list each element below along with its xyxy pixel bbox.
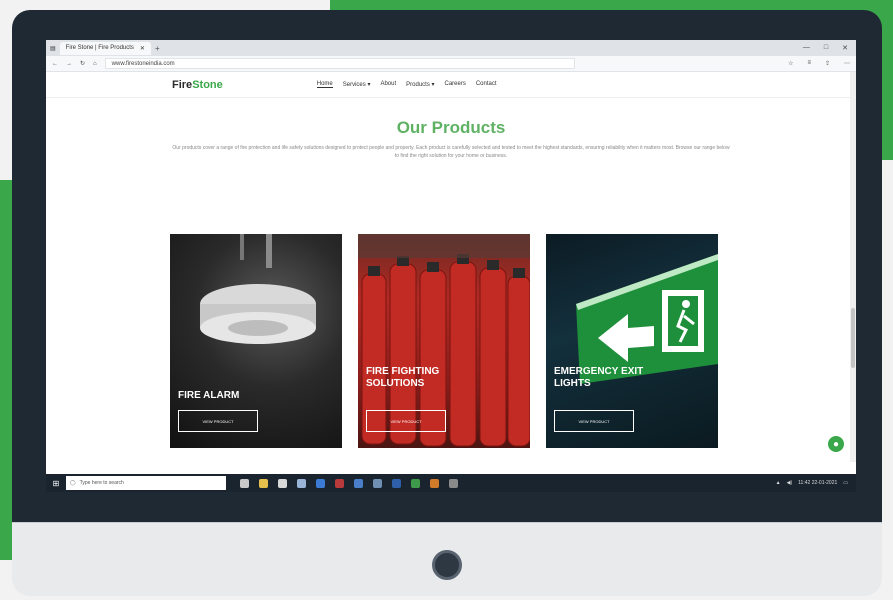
windows-logo-icon: ⊞ [52, 478, 60, 488]
page-title: Our Products [396, 118, 506, 137]
clock-date: 22-01-2021 [811, 480, 838, 486]
logo-accent: Stone [192, 78, 223, 91]
product-card-exit-lights[interactable]: EMERGENCY EXIT LIGHTS VIEW PRODUCT [546, 234, 718, 448]
browser-menu-icon[interactable]: ▤ [50, 45, 56, 52]
home-icon[interactable]: ⌂ [93, 61, 97, 67]
tab-close-icon[interactable]: ✕ [140, 45, 145, 52]
monitor: ▤ Fire Stone | Fire Products ✕ + — □ ✕ ←… [12, 10, 882, 596]
card-title: FIRE FIGHTING SOLUTIONS [366, 366, 439, 390]
browser-tab[interactable]: Fire Stone | Fire Products ✕ [59, 41, 151, 55]
card-title-line1: EMERGENCY EXIT [554, 366, 644, 377]
exit-sign-icon [576, 254, 718, 384]
product-card-fire-alarm[interactable]: FIRE ALARM VIEW PRODUCT [170, 234, 342, 448]
edge-icon[interactable] [316, 478, 325, 488]
minimize-button[interactable]: — [803, 44, 810, 52]
site-header: FireStone Home Services ▾ About Products… [46, 72, 856, 98]
refresh-icon[interactable]: ↻ [80, 60, 85, 67]
main-menu: Home Services ▾ About Products ▾ Careers… [316, 81, 497, 88]
app-grey-icon[interactable] [449, 478, 458, 488]
address-bar-actions: ☆ ≡ ⇪ ⋯ [788, 60, 850, 67]
forward-icon[interactable]: → [66, 61, 72, 67]
file-explorer-icon[interactable] [259, 478, 268, 488]
more-options-icon[interactable]: ⋯ [844, 60, 850, 67]
share-icon[interactable]: ⇪ [825, 60, 830, 67]
product-cards: FIRE ALARM VIEW PRODUCT FIRE FIGHTING SO… [170, 234, 718, 448]
close-window-button[interactable]: ✕ [842, 44, 848, 52]
smoke-detector-icon [200, 234, 316, 344]
browser-tabbar: ▤ Fire Stone | Fire Products ✕ + — □ ✕ [46, 40, 856, 56]
card-title-line1: FIRE ALARM [178, 390, 240, 401]
mail-icon[interactable] [297, 478, 306, 488]
card-title-line1: FIRE FIGHTING [366, 366, 440, 377]
app-active-icon[interactable] [373, 478, 382, 488]
tab-title: Fire Stone | Fire Products [65, 45, 134, 51]
chat-icon: ● [832, 438, 840, 450]
view-product-button[interactable]: VIEW PRODUCT [554, 410, 634, 432]
task-view-icon[interactable] [240, 478, 249, 488]
app-blue-icon[interactable] [354, 478, 363, 488]
monitor-chin [12, 522, 882, 596]
search-icon: ◯ [70, 480, 76, 486]
menu-item-products[interactable]: Products ▾ [406, 81, 434, 88]
back-icon[interactable]: ← [52, 61, 58, 67]
window-controls: — □ ✕ [803, 44, 856, 52]
scrollbar-track[interactable] [850, 72, 856, 462]
view-product-button[interactable]: VIEW PRODUCT [366, 410, 446, 432]
menu-item-about[interactable]: About [380, 81, 396, 88]
menu-item-contact[interactable]: Contact [476, 81, 497, 88]
search-placeholder: Type here to search [79, 480, 124, 486]
site-logo[interactable]: FireStone [172, 79, 223, 91]
windows-taskbar: ⊞ ◯ Type here to search ▲ ◀) 11:42 22-01… [46, 474, 856, 492]
app-word-icon[interactable] [392, 478, 401, 488]
product-card-fire-fighting[interactable]: FIRE FIGHTING SOLUTIONS VIEW PRODUCT [358, 234, 530, 448]
clock-time: 11:42 [798, 480, 811, 486]
scrollbar-thumb[interactable] [851, 308, 855, 368]
taskbar-apps [240, 478, 458, 488]
app-green-icon[interactable] [411, 478, 420, 488]
card-title: FIRE ALARM [178, 390, 239, 402]
maximize-button[interactable]: □ [824, 44, 828, 52]
start-button[interactable]: ⊞ [46, 474, 66, 492]
favorite-star-icon[interactable]: ☆ [788, 60, 793, 67]
url-input[interactable]: www.firestoneindia.com [104, 58, 575, 69]
screen: ▤ Fire Stone | Fire Products ✕ + — □ ✕ ←… [46, 40, 856, 492]
clock[interactable]: 11:42 22-01-2021 [798, 480, 837, 486]
view-product-button[interactable]: VIEW PRODUCT [178, 410, 258, 432]
menu-item-services[interactable]: Services ▾ [343, 81, 371, 88]
volume-icon[interactable]: ◀) [787, 480, 793, 486]
system-tray: ▲ ◀) 11:42 22-01-2021 ▭ [776, 480, 856, 486]
power-button[interactable] [432, 550, 462, 580]
reading-list-icon[interactable]: ≡ [807, 60, 811, 67]
logo-main: Fire [172, 78, 193, 91]
address-bar: ← → ↻ ⌂ www.firestoneindia.com ☆ ≡ ⇪ ⋯ [46, 56, 856, 72]
taskbar-search[interactable]: ◯ Type here to search [66, 476, 226, 490]
monitor-bezel: ▤ Fire Stone | Fire Products ✕ + — □ ✕ ←… [12, 10, 882, 522]
store-icon[interactable] [278, 478, 287, 488]
menu-item-careers[interactable]: Careers [445, 81, 466, 88]
new-tab-button[interactable]: + [155, 44, 160, 53]
card-title-line2: LIGHTS [554, 378, 591, 389]
network-icon[interactable]: ▲ [776, 480, 781, 486]
app-orange-icon[interactable] [430, 478, 439, 488]
card-title: EMERGENCY EXIT LIGHTS [554, 366, 643, 390]
url-text: www.firestoneindia.com [111, 60, 175, 67]
intro-paragraph: Our products cover a range of fire prote… [172, 145, 730, 159]
chat-button[interactable]: ● [828, 436, 844, 452]
notifications-icon[interactable]: ▭ [843, 480, 848, 486]
menu-item-home[interactable]: Home [316, 81, 333, 88]
app-red-icon[interactable] [335, 478, 344, 488]
card-title-line2: SOLUTIONS [366, 378, 425, 389]
